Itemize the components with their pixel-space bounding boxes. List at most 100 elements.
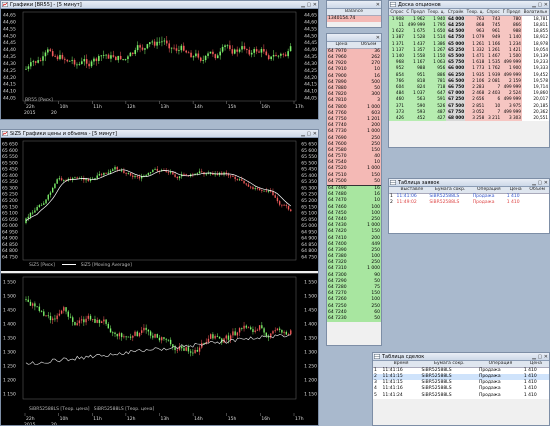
candle-body bbox=[255, 49, 258, 52]
y-tick-right: 44,40 bbox=[304, 47, 317, 53]
bar-body bbox=[78, 320, 81, 324]
options-titlebar[interactable]: Доска опционов ▁ ▢ ✕ bbox=[389, 1, 549, 9]
options-column-header[interactable]: С Предл bbox=[404, 9, 427, 16]
candle-body bbox=[190, 52, 192, 58]
options-cell: 427 bbox=[426, 114, 447, 121]
candle-body bbox=[134, 176, 136, 178]
chart-window-si-titlebar[interactable]: SiZ5 Графики цены и объема - [5 минут] ▁… bbox=[1, 130, 318, 138]
bar-body bbox=[123, 336, 125, 338]
price-chart-panel[interactable]: 44,65 44,65 44,60 44,60 44,55 44,55 44,50 44,50… bbox=[1, 9, 318, 119]
orderbook-titlebar[interactable]: ✕ bbox=[327, 34, 381, 42]
chart-window-br[interactable]: Графики [BR55] - [5 минут] ▁ ▢ ✕ 44,65 44… bbox=[0, 0, 319, 120]
bar-body bbox=[49, 316, 52, 321]
bar-body bbox=[274, 330, 276, 332]
orders-empty-area bbox=[389, 206, 549, 233]
candle-body bbox=[110, 55, 112, 59]
candle-body bbox=[287, 51, 289, 57]
y-tick-left: 65 250 bbox=[2, 192, 18, 198]
trades-title: Таблица сделок bbox=[382, 354, 425, 360]
chart-window-br-titlebar[interactable]: Графики [BR55] - [5 минут] ▁ ▢ ✕ bbox=[1, 1, 318, 9]
option-price-panel[interactable]: 1 550 1 550 1 500 1 500 1 450 1 450 1 400 1 400… bbox=[1, 273, 318, 425]
date-label: 2015 bbox=[24, 422, 36, 426]
options-window[interactable]: Доска опционов ▁ ▢ ✕ Спрос С Предл Теор. ц… bbox=[388, 0, 550, 148]
options-column-header[interactable]: Страйк bbox=[446, 9, 466, 16]
bar-body bbox=[63, 307, 65, 311]
candle-body bbox=[165, 40, 168, 44]
y-tick-left: 44,55 bbox=[3, 26, 16, 32]
trade-row[interactable]: 5 11:41:24 SiBR52588LS Продажа 1 410 bbox=[373, 393, 549, 399]
candle-body bbox=[234, 176, 236, 180]
options-cell: 499 999 bbox=[501, 59, 522, 66]
candle-body bbox=[95, 58, 98, 61]
options-column-header[interactable]: Теор. ц. bbox=[426, 9, 447, 16]
candle-body bbox=[136, 176, 138, 177]
y-tick-left: 1 200 bbox=[3, 378, 16, 384]
options-cell: 20,551 bbox=[521, 114, 549, 121]
candle-body bbox=[74, 177, 76, 179]
chart-window-title: SiZ5 Графики цены и объема - [5 минут] bbox=[10, 131, 117, 137]
orders-column-header[interactable]: Бумага сокр. bbox=[428, 187, 472, 194]
trade-cell: SiBR52588LS bbox=[421, 392, 452, 398]
window-controls[interactable]: ▁ ▢ ✕ bbox=[301, 130, 317, 138]
window-controls[interactable]: ▁ ▢ ✕ bbox=[532, 1, 548, 9]
trades-titlebar[interactable]: Таблица сделок ▁ ▢ ✕ bbox=[373, 353, 549, 361]
options-cell: 1 762 bbox=[485, 65, 502, 72]
options-strike: 66 500 bbox=[446, 77, 466, 84]
chart-icon bbox=[2, 131, 8, 136]
bar-body bbox=[276, 328, 279, 331]
candle-body bbox=[81, 61, 83, 64]
bar-body bbox=[218, 336, 221, 339]
bar-body bbox=[114, 332, 116, 334]
options-column-header[interactable]: Г Предл bbox=[501, 9, 522, 16]
window-controls[interactable]: ▁ ▢ ✕ bbox=[532, 179, 548, 187]
candle-body bbox=[29, 212, 32, 217]
bar-body bbox=[94, 318, 96, 323]
candle-body bbox=[167, 171, 170, 173]
x-tick: 17h bbox=[295, 416, 304, 422]
orders-window[interactable]: Таблица заявок ▁ ▢ ✕ Выставле Бумага сокр… bbox=[388, 178, 550, 234]
bar-body bbox=[120, 333, 123, 338]
orderbook-window[interactable]: ✕ Цена Объем 64 7970 36 64 7960 262 64 7920 2… bbox=[326, 33, 382, 346]
options-column-header[interactable]: Волатильн bbox=[521, 9, 549, 16]
options-row[interactable]: 426 452 427 68 000 3 258 3 211 3 303 20,551 bbox=[389, 114, 549, 121]
candle-body bbox=[64, 58, 66, 60]
chart-window-si[interactable]: SiZ5 Графики цены и объема - [5 минут] ▁… bbox=[0, 129, 319, 426]
x-tick: 13h bbox=[161, 416, 170, 422]
window-controls[interactable]: ▁ ▢ ✕ bbox=[301, 1, 317, 9]
bar-body bbox=[92, 318, 94, 320]
bar-body bbox=[134, 331, 136, 336]
candle-body bbox=[250, 186, 252, 188]
orderbook-buy-row[interactable]: 64 7230 50 bbox=[327, 315, 381, 323]
candle-body bbox=[141, 47, 144, 50]
x-tick: 14h bbox=[194, 104, 203, 110]
balance-window[interactable]: ✕ Balance 1340154.74 bbox=[326, 0, 382, 28]
window-controls[interactable]: ✕ bbox=[376, 34, 380, 42]
balance-titlebar[interactable]: ✕ bbox=[327, 1, 381, 9]
candle-body bbox=[52, 187, 54, 193]
bar-body bbox=[29, 301, 32, 306]
candle-body bbox=[207, 173, 210, 175]
y-tick-right: 65 250 bbox=[301, 192, 317, 198]
options-column-header[interactable]: Теор. ц. bbox=[465, 9, 486, 16]
window-controls[interactable]: ▁ ▢ ✕ bbox=[532, 353, 548, 361]
candle-body bbox=[27, 216, 29, 219]
candle-body bbox=[38, 205, 41, 208]
legend-ma: SiZ5 [Moving Average] bbox=[80, 263, 132, 268]
trades-window[interactable]: Таблица сделок ▁ ▢ ✕ Время Бумага сокр. Оп… bbox=[372, 352, 550, 426]
window-controls[interactable]: ✕ bbox=[376, 1, 380, 9]
options-column-header[interactable]: Спрос bbox=[389, 9, 405, 16]
bar-body bbox=[112, 332, 114, 334]
si-price-panel[interactable]: 65 650 65 650 65 600 65 600 65 550 65 550 65 5… bbox=[1, 138, 318, 271]
y-tick-right: 44,30 bbox=[304, 61, 317, 67]
orders-titlebar[interactable]: Таблица заявок ▁ ▢ ✕ bbox=[389, 179, 549, 187]
candle-body bbox=[139, 45, 141, 48]
options-column-header[interactable]: Спрос bbox=[485, 9, 502, 16]
bar-body bbox=[254, 330, 256, 332]
y-tick-right: 1 200 bbox=[304, 378, 317, 384]
y-tick-right: 1 450 bbox=[304, 308, 317, 314]
bar-body bbox=[65, 307, 67, 312]
x-tick: 15h bbox=[228, 416, 237, 422]
candle-body bbox=[212, 51, 214, 55]
candle-body bbox=[116, 167, 118, 170]
candle-body bbox=[85, 59, 88, 64]
